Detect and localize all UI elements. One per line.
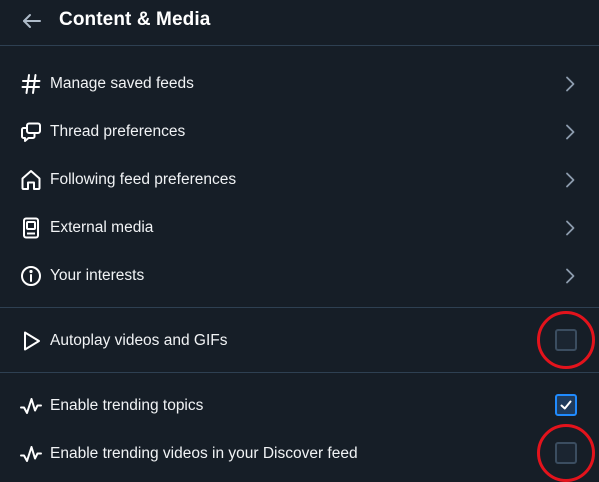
chevron-right-icon bbox=[560, 266, 580, 286]
play-icon bbox=[19, 329, 43, 353]
annotation-circle bbox=[537, 311, 595, 369]
trending-icon bbox=[19, 394, 43, 418]
back-arrow-icon[interactable] bbox=[20, 9, 44, 33]
trending-topics-checkbox[interactable] bbox=[555, 394, 577, 416]
media-player-icon bbox=[19, 216, 43, 240]
trending-topics-label: Enable trending topics bbox=[50, 397, 204, 414]
info-icon bbox=[19, 264, 43, 288]
thread-preferences-label: Thread preferences bbox=[50, 123, 186, 140]
following-feed-preferences-row[interactable]: Following feed preferences bbox=[0, 156, 599, 204]
manage-saved-feeds-row[interactable]: Manage saved feeds bbox=[0, 60, 599, 108]
trending-topics-row: Enable trending topics bbox=[0, 382, 599, 430]
following-feed-preferences-label: Following feed preferences bbox=[50, 171, 237, 188]
hash-icon bbox=[19, 72, 43, 96]
chevron-right-icon bbox=[560, 122, 580, 142]
annotation-circle bbox=[537, 424, 595, 482]
section-divider bbox=[0, 307, 599, 308]
autoplay-row: Autoplay videos and GIFs bbox=[0, 317, 599, 365]
external-media-row[interactable]: External media bbox=[0, 204, 599, 252]
chat-bubbles-icon bbox=[19, 120, 43, 144]
your-interests-row[interactable]: Your interests bbox=[0, 252, 599, 300]
trending-videos-row: Enable trending videos in your Discover … bbox=[0, 430, 599, 478]
autoplay-label: Autoplay videos and GIFs bbox=[50, 332, 228, 349]
manage-saved-feeds-label: Manage saved feeds bbox=[50, 75, 194, 92]
external-media-label: External media bbox=[50, 219, 154, 236]
page-header: Content & Media bbox=[0, 0, 599, 46]
chevron-right-icon bbox=[560, 218, 580, 238]
trending-icon bbox=[19, 442, 43, 466]
chevron-right-icon bbox=[560, 170, 580, 190]
checkmark-icon bbox=[560, 400, 572, 410]
thread-preferences-row[interactable]: Thread preferences bbox=[0, 108, 599, 156]
chevron-right-icon bbox=[560, 74, 580, 94]
your-interests-label: Your interests bbox=[50, 267, 145, 284]
trending-videos-label: Enable trending videos in your Discover … bbox=[50, 445, 358, 462]
home-icon bbox=[19, 168, 43, 192]
page-title: Content & Media bbox=[59, 9, 211, 30]
section-divider bbox=[0, 372, 599, 373]
